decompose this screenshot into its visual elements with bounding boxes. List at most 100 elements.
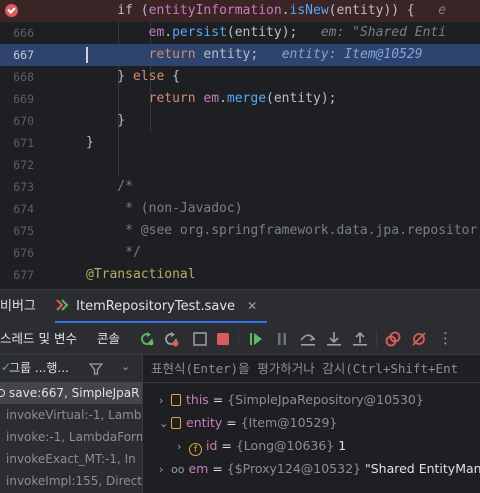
stack-frame-label: invokeVirtual:-1, Lamb — [6, 408, 142, 422]
stack-frame-label: invokeExact_MT:-1, In — [6, 452, 136, 466]
evaluate-expression-input[interactable]: 표현식(Enter)을 평가하거나 감시(Ctrl+Shift+Ent — [143, 355, 480, 383]
debugger-toolbar: 스레드 및 변수 콘솔 ⋮ — [0, 323, 480, 355]
more-options-icon[interactable]: ⋮ — [438, 323, 453, 354]
threads-header: ✓ 그룹 ...행... ⌄ — [0, 355, 142, 382]
rerun-icon[interactable] — [138, 330, 156, 348]
chevron-right-icon[interactable]: › — [177, 436, 189, 458]
resume-icon[interactable] — [247, 330, 265, 348]
code-line[interactable]: 669 return em.merge(entity); — [0, 88, 480, 110]
variable-row[interactable]: › f id = {Long@10636} 1 — [177, 435, 346, 457]
code-token: if ( — [86, 3, 149, 18]
code-token: entityInformation — [148, 3, 282, 18]
tab-run-config[interactable]: ItemRepositoryTest.save ✕ — [55, 290, 268, 323]
code-editor[interactable]: if (entityInformation.isNew(entity)) { e… — [0, 0, 480, 289]
code-line[interactable]: 666 em.persist(entity); em: "Shared Enti — [0, 22, 480, 44]
close-icon[interactable]: ✕ — [247, 299, 257, 313]
code-text: /* — [86, 176, 133, 198]
code-token: * (non-Javadoc) — [86, 201, 243, 216]
code-line[interactable]: 667 return entity; entity: Item@10529 — [0, 44, 480, 66]
stack-frame[interactable]: save:667, SimpleJpaR — [0, 382, 142, 404]
view-breakpoints-icon[interactable] — [384, 330, 402, 348]
stack-frame[interactable]: invokeImpl:155, Direct — [0, 470, 142, 492]
chevron-right-icon[interactable]: › — [159, 459, 171, 481]
line-number[interactable]: 667 — [0, 44, 34, 66]
tab-run-config-label: ItemRepositoryTest.save — [76, 299, 236, 314]
code-line[interactable]: 672 — [0, 154, 480, 176]
chevron-right-icon[interactable]: › — [159, 390, 171, 412]
test-config-icon — [56, 299, 69, 311]
code-line[interactable]: 676 */ — [0, 242, 480, 264]
stack-frame-label: invokeImpl:155, Direct — [6, 474, 142, 488]
line-number[interactable]: 668 — [0, 66, 34, 88]
code-token: (entity); — [266, 91, 337, 106]
thread-group-label: 그룹 ...행... — [9, 361, 69, 375]
stack-frame[interactable]: invoke:-1, LambdaForm — [0, 426, 143, 448]
code-line[interactable]: 668 } else { — [0, 66, 480, 88]
code-text: * @see org.springframework.data.jpa.repo… — [86, 220, 477, 242]
filter-icon[interactable] — [89, 362, 103, 376]
code-line[interactable]: 675 * @see org.springframework.data.jpa.… — [0, 220, 480, 242]
variable-row[interactable]: › oo em = {$Proxy124@10532} "Shared Entity… — [159, 458, 480, 480]
variable-type: {$Proxy124@10532} — [226, 461, 361, 476]
field-icon: f — [189, 443, 202, 456]
stack-frame-label: invoke:-1, LambdaForm — [6, 430, 143, 444]
breakpoint-icon[interactable] — [5, 4, 18, 17]
variable-value: {SimpleJpaRepository@10530} — [227, 392, 424, 407]
code-token: { — [164, 69, 180, 84]
step-out-icon[interactable] — [351, 330, 369, 348]
tab-debug-label: 비버그 — [0, 299, 36, 314]
mute-breakpoints-icon[interactable] — [410, 330, 428, 348]
stop-icon[interactable] — [191, 330, 209, 348]
code-line[interactable]: if (entityInformation.isNew(entity)) { e — [0, 0, 480, 22]
line-number[interactable]: 677 — [0, 264, 34, 286]
code-token: (entity)) { — [328, 3, 439, 18]
line-number[interactable]: 669 — [0, 88, 34, 110]
code-line[interactable]: 671} — [0, 132, 480, 154]
current-frame-icon — [0, 389, 5, 397]
tab-console[interactable]: 콘솔 — [97, 323, 120, 354]
line-number[interactable]: 666 — [0, 22, 34, 44]
variable-row[interactable]: ⌄ entity = {Item@10529} — [159, 412, 337, 434]
line-number[interactable]: 676 — [0, 242, 34, 264]
code-token: e — [438, 3, 447, 18]
code-line[interactable]: 673 /* — [0, 176, 480, 198]
code-token: return — [86, 47, 204, 62]
code-token: entity; — [203, 47, 282, 62]
stack-frame[interactable]: invokeVirtual:-1, Lamb — [0, 404, 142, 426]
code-token: * @see org.springframework.data.jpa.repo… — [86, 223, 478, 238]
chevron-down-icon[interactable]: ⌄ — [121, 360, 130, 373]
code-text: return entity; entity: Item@10529 — [86, 44, 423, 66]
code-line[interactable]: 674 * (non-Javadoc) — [0, 198, 480, 220]
equals-sign: = — [208, 461, 227, 476]
pause-icon[interactable] — [273, 330, 291, 348]
code-token: /* — [86, 179, 133, 194]
code-token: } — [86, 113, 126, 128]
stop-icon[interactable] — [214, 330, 232, 348]
step-over-icon[interactable] — [299, 330, 317, 348]
code-token: else — [132, 69, 165, 84]
thread-group-selector[interactable]: 그룹 ...행... — [9, 355, 69, 382]
line-number[interactable]: 675 — [0, 220, 34, 242]
tab-debug[interactable]: 비버그 — [0, 290, 36, 323]
text-caret — [86, 47, 88, 63]
code-line[interactable]: 670 } — [0, 110, 480, 132]
code-token: merge — [226, 91, 267, 106]
code-text: return em.merge(entity); — [86, 88, 337, 110]
code-text: } else { — [86, 66, 180, 88]
code-token: entity: Item@10529 — [281, 47, 423, 62]
code-line[interactable]: 677 @Transactional — [0, 264, 480, 286]
restart-failed-icon[interactable] — [162, 330, 180, 348]
chevron-down-icon[interactable]: ⌄ — [159, 413, 171, 435]
line-number[interactable]: 672 — [0, 154, 34, 176]
tab-threads-variables[interactable]: 스레드 및 변수 — [0, 323, 77, 354]
line-number[interactable]: 673 — [0, 176, 34, 198]
threads-variables-label: 스레드 및 변수 — [0, 331, 77, 346]
equals-sign: = — [208, 392, 228, 407]
variable-row[interactable]: › this = {SimpleJpaRepository@10530} — [159, 389, 424, 411]
line-number[interactable]: 671 — [0, 132, 34, 154]
step-into-icon[interactable] — [325, 330, 343, 348]
line-number[interactable]: 674 — [0, 198, 34, 220]
line-number[interactable]: 670 — [0, 110, 34, 132]
stack-frame[interactable]: invokeExact_MT:-1, In — [0, 448, 142, 470]
code-text: @Transactional — [86, 264, 196, 286]
